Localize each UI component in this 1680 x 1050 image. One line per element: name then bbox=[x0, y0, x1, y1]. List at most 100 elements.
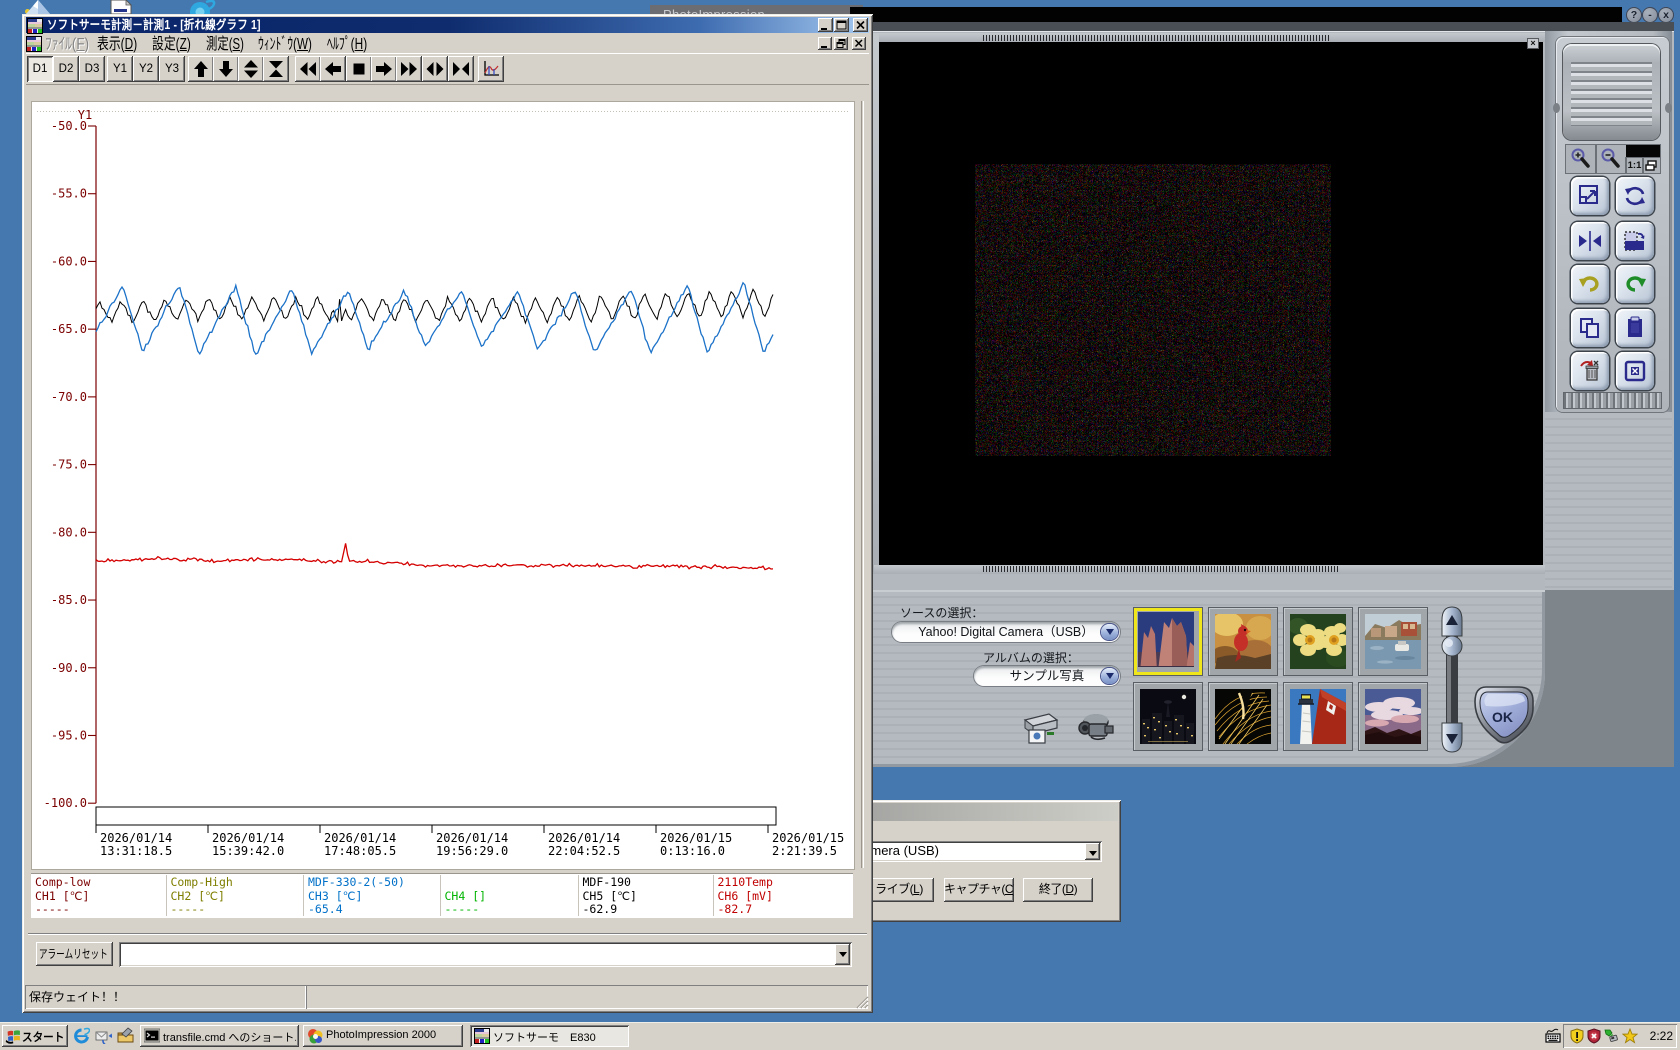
copy-button[interactable] bbox=[1571, 309, 1609, 347]
quicklaunch-internet-explorer-icon[interactable] bbox=[73, 1027, 91, 1044]
toolbar-y3-button[interactable]: Y3 bbox=[159, 56, 185, 82]
menu-window[interactable]: ｳｨﾝﾄﾞｳ(W) bbox=[258, 37, 312, 53]
menu-view[interactable]: 表示(D) bbox=[97, 37, 137, 53]
mdi-close-button[interactable] bbox=[852, 37, 866, 50]
video-camera-source-button[interactable] bbox=[1075, 706, 1118, 749]
undo-button[interactable] bbox=[1571, 265, 1609, 303]
help-button[interactable]: ? bbox=[1626, 7, 1642, 23]
fast-forward-icon[interactable] bbox=[396, 56, 422, 82]
thumbnail-sunset-clouds[interactable] bbox=[1359, 683, 1427, 750]
alarm-combobox[interactable] bbox=[119, 942, 852, 967]
maximize-button[interactable] bbox=[834, 18, 849, 32]
desktop-icon-mountain[interactable] bbox=[24, 0, 52, 14]
paste-button[interactable] bbox=[1616, 309, 1654, 347]
thumbnail-night-skyline[interactable] bbox=[1134, 683, 1202, 750]
menu-file[interactable]: ﾌｧｲﾙ(F) bbox=[45, 37, 89, 53]
minimize-button[interactable] bbox=[818, 18, 833, 32]
close-button[interactable]: x bbox=[1658, 7, 1674, 23]
chevron-down-icon[interactable] bbox=[1101, 668, 1118, 684]
thumbnail-red-rock-canyon[interactable] bbox=[1134, 608, 1202, 675]
thumbnail-cardinal-bird[interactable] bbox=[1209, 608, 1277, 675]
delete-button[interactable] bbox=[1571, 352, 1609, 390]
desktop-icon-internet-explorer[interactable] bbox=[188, 0, 216, 14]
collapse-horizontal-icon[interactable] bbox=[448, 56, 474, 82]
thumbnail-lighthouse-barn[interactable] bbox=[1284, 683, 1352, 750]
menu-settings[interactable]: 設定(Z) bbox=[152, 37, 191, 53]
chevron-down-icon[interactable] bbox=[1085, 843, 1100, 860]
svg-text:13:31:18.5: 13:31:18.5 bbox=[100, 844, 172, 858]
ok-button[interactable]: OK bbox=[1472, 686, 1536, 746]
menu-measure[interactable]: 測定(S) bbox=[206, 37, 244, 53]
redo-button[interactable] bbox=[1616, 265, 1654, 303]
mdi-restore-button[interactable] bbox=[834, 37, 848, 50]
menu-help[interactable]: ﾍﾙﾌﾟ(H) bbox=[327, 37, 367, 53]
resize-button[interactable] bbox=[1571, 177, 1609, 215]
toolbar-d2-button[interactable]: D2 bbox=[53, 56, 79, 82]
camera-preview bbox=[879, 42, 1543, 565]
rotate-button[interactable] bbox=[1616, 177, 1654, 215]
zoom-1to1-button[interactable]: 1:1 bbox=[1626, 158, 1643, 173]
task-transfile[interactable]: transfile.cmd へのショート... bbox=[140, 1025, 299, 1047]
start-button[interactable]: スタート bbox=[2, 1025, 68, 1047]
resize-grip[interactable] bbox=[856, 996, 869, 1009]
close-button[interactable] bbox=[853, 18, 868, 32]
divider bbox=[28, 933, 867, 935]
toolbar-d3-button[interactable]: D3 bbox=[79, 56, 105, 82]
rewind-icon[interactable] bbox=[295, 56, 321, 82]
toolbar-y2-button[interactable]: Y2 bbox=[133, 56, 159, 82]
live-button[interactable]: ライブ(L) bbox=[864, 878, 934, 902]
desktop-icon-document[interactable] bbox=[107, 0, 135, 14]
scanner-source-button[interactable] bbox=[1019, 706, 1063, 749]
shield-error-icon[interactable] bbox=[1586, 1028, 1602, 1044]
thumbnail-harbor-town[interactable] bbox=[1359, 608, 1427, 675]
source-select-dropdown[interactable]: Yahoo! Digital Camera（USB） bbox=[892, 622, 1120, 642]
expand-vertical-icon[interactable] bbox=[238, 56, 264, 82]
exit-button[interactable]: 終了(D) bbox=[1023, 878, 1093, 902]
alarm-reset-button[interactable]: アラームリセット bbox=[36, 942, 113, 966]
close-image-button[interactable] bbox=[1616, 352, 1654, 390]
task-photoimpression[interactable]: PhotoImpression 2000 bbox=[303, 1025, 463, 1047]
task-softthermo[interactable]: ソフトサーモ E830 bbox=[470, 1025, 629, 1047]
svg-text:-65.0: -65.0 bbox=[51, 322, 87, 336]
softthermo-titlebar[interactable]: ソフトサーモ計測－計測1 - [折れ線グラフ 1] bbox=[26, 17, 869, 33]
usb-unplug-icon[interactable] bbox=[1603, 1028, 1619, 1044]
scroll-down-icon[interactable] bbox=[213, 56, 239, 82]
zoom-out-button[interactable] bbox=[1596, 145, 1626, 173]
toolbar-d1-button[interactable]: D1 bbox=[27, 56, 53, 82]
collapse-vertical-icon[interactable] bbox=[263, 56, 289, 82]
capture-button[interactable]: キャプチャ(C) bbox=[944, 878, 1014, 902]
task-label: PhotoImpression 2000 bbox=[326, 1029, 437, 1041]
thumbnail-yellow-flowers[interactable] bbox=[1284, 608, 1352, 675]
chevron-down-icon[interactable] bbox=[1101, 624, 1118, 640]
graph-settings-icon[interactable] bbox=[478, 56, 504, 82]
album-select-dropdown[interactable]: サンプル写真 bbox=[974, 666, 1120, 686]
quicklaunch-show-desktop-icon[interactable] bbox=[117, 1027, 134, 1044]
star-icon[interactable] bbox=[1622, 1028, 1638, 1044]
stop-icon[interactable] bbox=[346, 56, 372, 82]
thumbnail-light-web[interactable] bbox=[1209, 683, 1277, 750]
scroll-up-icon[interactable] bbox=[188, 56, 214, 82]
crop-rotate-button[interactable] bbox=[1616, 222, 1654, 260]
shield-warning-icon[interactable] bbox=[1569, 1028, 1585, 1044]
step-left-icon[interactable] bbox=[320, 56, 346, 82]
thumbnail-scrollbar[interactable] bbox=[1441, 606, 1463, 753]
svg-text:2026/01/14: 2026/01/14 bbox=[548, 831, 620, 845]
flip-horizontal-button[interactable] bbox=[1571, 222, 1609, 260]
chevron-down-icon[interactable] bbox=[835, 944, 850, 965]
minimize-button[interactable]: - bbox=[1642, 7, 1658, 23]
zoom-in-button[interactable] bbox=[1566, 145, 1596, 173]
quicklaunch-outlook-express-icon[interactable] bbox=[95, 1027, 116, 1047]
preview-close-icon[interactable]: × bbox=[1527, 38, 1539, 49]
svg-text:17:48:05.5: 17:48:05.5 bbox=[324, 844, 396, 858]
toolbar: D1 D2 D3 Y1 Y2 Y3 bbox=[26, 53, 869, 85]
mdi-document-icon[interactable] bbox=[26, 36, 42, 52]
mdi-minimize-button[interactable] bbox=[818, 37, 832, 50]
alarm-reset-label: アラームリセット bbox=[38, 947, 108, 961]
keyboard-icon[interactable] bbox=[1545, 1028, 1561, 1044]
expand-horizontal-icon[interactable] bbox=[422, 56, 448, 82]
plot-area: Y1 -50.0 -55.0 -60.0 -65.0 -70.0 -75.0 -80.0 -85… bbox=[31, 101, 855, 870]
channel-legend: Comp-low CH1 [℃] ----- Comp-High CH2 [℃] … bbox=[31, 873, 853, 918]
toolbar-y1-button[interactable]: Y1 bbox=[107, 56, 133, 82]
fit-window-button[interactable] bbox=[1643, 158, 1660, 173]
step-right-icon[interactable] bbox=[371, 56, 397, 82]
